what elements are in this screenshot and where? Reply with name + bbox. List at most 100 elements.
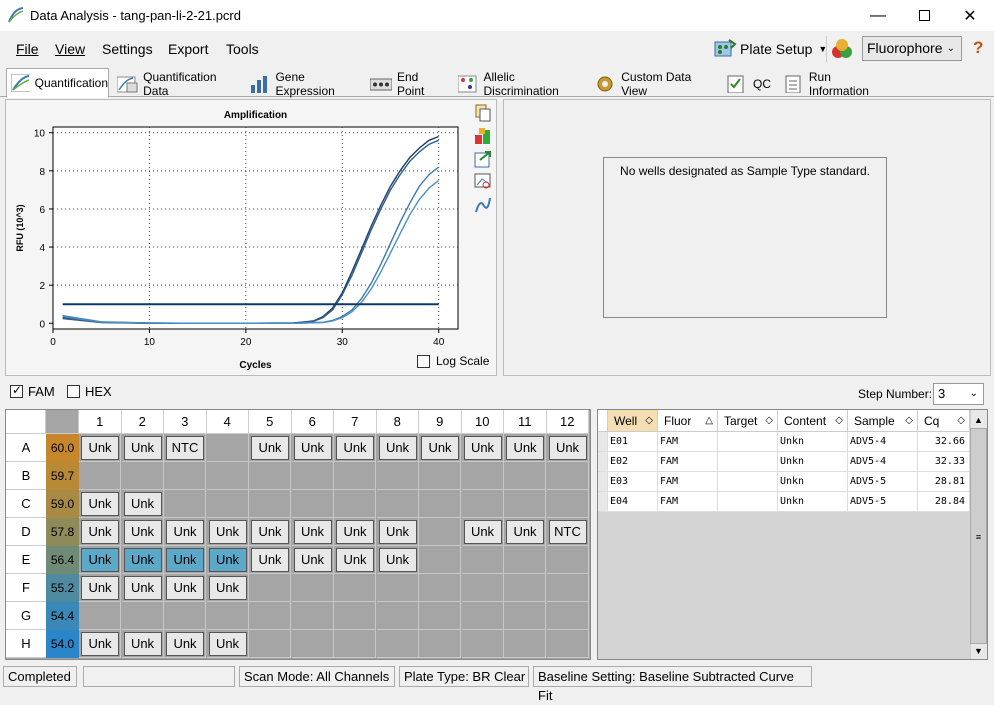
column-header[interactable]: 7 (334, 410, 377, 434)
row-selector[interactable] (598, 472, 608, 492)
table-cell[interactable]: E01 (608, 432, 658, 452)
table-cell[interactable]: Unkn (778, 492, 848, 512)
menu-view[interactable]: View (55, 41, 85, 57)
plate-well[interactable] (546, 574, 589, 602)
plate-well[interactable]: Unk (79, 574, 121, 602)
column-header[interactable]: 2 (121, 410, 164, 434)
table-cell[interactable]: ADV5-4 (848, 432, 918, 452)
plate-well[interactable] (461, 630, 504, 658)
plate-well[interactable] (376, 602, 419, 630)
plate-well[interactable]: Unk (121, 574, 164, 602)
well-content[interactable]: Unk (208, 520, 247, 544)
menu-tools[interactable]: Tools (226, 41, 259, 57)
plate-well[interactable] (79, 462, 121, 490)
plate-well[interactable] (461, 546, 504, 574)
plate-well[interactable] (249, 490, 291, 518)
well-content[interactable]: Unk (208, 576, 247, 600)
curve-settings-icon[interactable] (474, 196, 492, 214)
plate-well[interactable] (419, 490, 461, 518)
row-header[interactable]: G (6, 602, 46, 630)
table-cell[interactable]: FAM (658, 432, 718, 452)
plate-well[interactable] (419, 630, 461, 658)
plate-well[interactable]: Unk (206, 518, 249, 546)
column-header[interactable]: 8 (376, 410, 419, 434)
plate-well[interactable]: Unk (206, 630, 249, 658)
step-number-dropdown[interactable]: 3 ⌄ (933, 383, 984, 405)
well-content[interactable]: Unk (81, 520, 119, 544)
plate-well[interactable] (79, 602, 121, 630)
plate-well[interactable] (504, 574, 546, 602)
row-header[interactable]: H (6, 630, 46, 658)
table-cell[interactable]: E04 (608, 492, 658, 512)
well-content[interactable]: Unk (293, 548, 332, 572)
well-content[interactable]: Unk (251, 520, 289, 544)
plate-well[interactable] (291, 462, 334, 490)
column-header-content[interactable]: Content ◇ (778, 410, 848, 432)
table-cell[interactable]: ADV5-4 (848, 452, 918, 472)
well-content[interactable]: Unk (123, 632, 162, 656)
sort-icon[interactable]: ◇ (645, 410, 653, 432)
plate-well[interactable] (164, 602, 206, 630)
well-content[interactable]: NTC (166, 436, 204, 460)
plate-well[interactable] (419, 462, 461, 490)
well-content[interactable]: Unk (336, 548, 374, 572)
log-scale-checkbox[interactable] (417, 354, 430, 368)
plate-well[interactable] (334, 602, 376, 630)
row-header[interactable]: F (6, 574, 46, 602)
table-cell[interactable]: 28.84 (918, 492, 970, 512)
plate-well[interactable]: Unk (121, 630, 164, 658)
plate-well[interactable]: Unk (121, 490, 164, 518)
well-content[interactable]: Unk (208, 548, 247, 572)
row-header[interactable]: B (6, 462, 46, 490)
well-content[interactable]: Unk (293, 436, 332, 460)
well-content[interactable]: Unk (123, 520, 162, 544)
column-header[interactable]: 9 (419, 410, 462, 434)
plate-well[interactable]: Unk (121, 518, 164, 546)
row-header[interactable]: E (6, 546, 46, 574)
plate-well[interactable] (546, 462, 589, 490)
tab-allelic-discrimination[interactable]: Allelic Discrimination (453, 70, 587, 98)
plate-well[interactable]: Unk (334, 434, 376, 462)
copy-icon[interactable] (474, 104, 492, 122)
well-content[interactable]: Unk (421, 436, 459, 460)
well-content[interactable]: Unk (81, 632, 119, 656)
plate-well[interactable] (291, 602, 334, 630)
column-header[interactable]: 4 (206, 410, 249, 434)
table-cell[interactable]: 28.81 (918, 472, 970, 492)
plate-well[interactable] (376, 462, 419, 490)
well-content[interactable]: Unk (123, 436, 162, 460)
plate-well[interactable]: Unk (121, 434, 164, 462)
table-cell[interactable]: FAM (658, 452, 718, 472)
plate-well[interactable]: Unk (419, 434, 461, 462)
fam-toggle[interactable]: ✓ FAM (10, 383, 55, 399)
plate-well[interactable] (419, 518, 461, 546)
well-content[interactable]: Unk (336, 436, 374, 460)
sort-icon[interactable]: △ (705, 410, 713, 432)
column-header-well[interactable]: Well ◇ (608, 410, 658, 432)
plate-well[interactable] (461, 462, 504, 490)
column-header[interactable]: 1 (79, 410, 122, 434)
plate-well[interactable]: Unk (79, 518, 121, 546)
zoom-chart-icon[interactable] (474, 173, 492, 191)
plate-well[interactable] (249, 630, 291, 658)
plate-well[interactable]: Unk (121, 546, 164, 574)
row-header[interactable]: C (6, 490, 46, 518)
well-content[interactable]: Unk (123, 492, 162, 516)
plate-well[interactable]: Unk (79, 630, 121, 658)
well-content[interactable]: Unk (463, 436, 502, 460)
plate-well[interactable]: Unk (206, 546, 249, 574)
scroll-down-icon[interactable]: ▼ (970, 643, 987, 659)
well-content[interactable]: Unk (548, 436, 587, 460)
tab-quantification-data[interactable]: Quantification Data (112, 70, 242, 98)
plate-well[interactable] (376, 574, 419, 602)
well-content[interactable]: Unk (81, 492, 119, 516)
hex-toggle[interactable]: HEX (67, 384, 112, 399)
hex-checkbox[interactable] (67, 385, 80, 398)
table-cell[interactable] (718, 452, 778, 472)
plate-well[interactable]: Unk (249, 518, 291, 546)
table-cell[interactable]: FAM (658, 472, 718, 492)
well-content[interactable]: Unk (166, 548, 204, 572)
plate-well[interactable]: Unk (79, 490, 121, 518)
well-content[interactable]: Unk (81, 436, 119, 460)
table-corner[interactable] (598, 410, 608, 432)
